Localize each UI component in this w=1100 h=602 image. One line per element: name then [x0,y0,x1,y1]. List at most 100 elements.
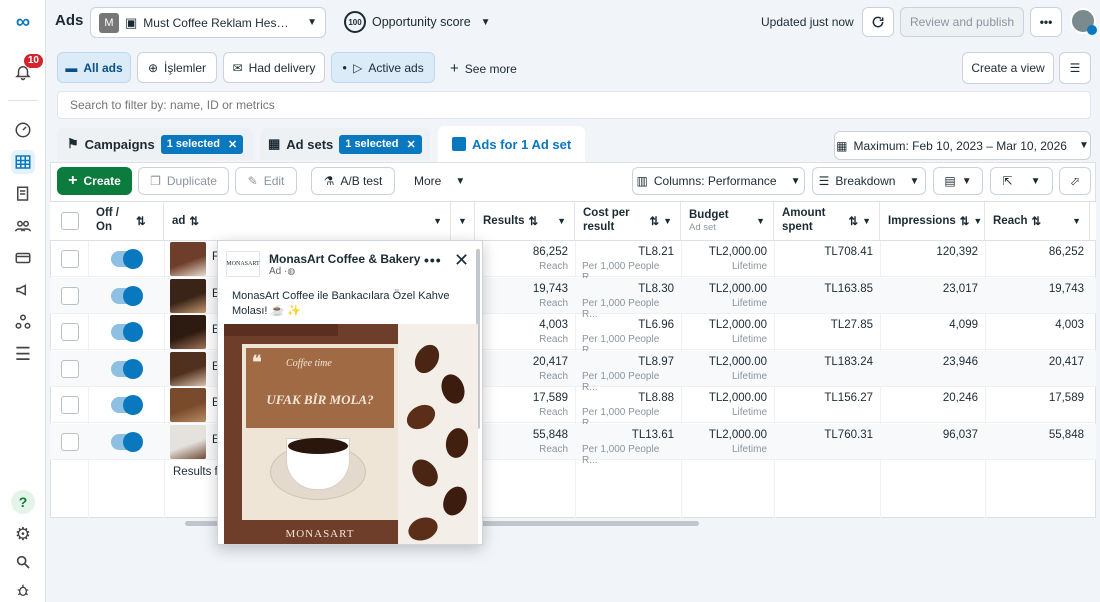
amount-spent-cell: TL760.31 [824,428,873,441]
adsets-grid-icon: ▦ [268,136,281,151]
breakdown-dropdown[interactable]: ☰ Breakdown ▼ [812,167,926,195]
chevron-down-icon: ▼ [862,216,871,226]
updated-status: Updated just now [761,15,854,29]
export-dropdown[interactable]: ⇱ ▼ [990,167,1053,195]
close-icon[interactable]: ✕ [454,250,469,271]
notifications-bell-icon[interactable]: 10 [11,54,43,84]
ab-test-button[interactable]: ⚗ A/B test [311,167,395,195]
charts-button[interactable]: ⬀ [1059,167,1091,195]
ad-thumbnail[interactable] [170,388,206,422]
row-checkbox[interactable] [61,396,79,414]
dashboard-gauge-icon[interactable] [11,118,35,142]
sort-icon: ⇅ [848,216,859,228]
chevron-down-icon: ▼ [973,216,983,226]
quote-mark-icon: ❝ [252,352,262,372]
tab-campaigns[interactable]: ⚑ Campaigns 1 selected ✕ [57,128,254,160]
sliders-icon: ☰ [1069,61,1081,75]
ad-thumbnail[interactable] [170,351,206,386]
account-selector[interactable]: M ▣ Must Coffee Reklam Hes… ▼ [90,7,326,38]
see-more-button[interactable]: + See more [450,60,517,77]
column-header-results[interactable]: Results ⇅ ▼ [475,202,575,240]
avatar[interactable] [1070,8,1097,35]
menu-icon[interactable]: ☰ [11,342,35,366]
column-resize-handle[interactable]: ▼ [451,202,475,240]
duplicate-button[interactable]: ❐ Duplicate [138,167,229,195]
edit-button[interactable]: ✎ Edit [235,167,297,195]
search-input[interactable] [58,92,1090,118]
tab-adsets[interactable]: ▦ Ad sets 1 selected ✕ [260,128,430,160]
delivery-toggle[interactable] [111,395,143,415]
row-checkbox[interactable] [61,432,79,451]
export-icon: ⇱ [1002,174,1013,188]
column-header-budget[interactable]: Budget Ad set ▼ [681,202,774,240]
results-cell: 55,848 Reach [532,428,568,455]
post-menu-icon[interactable]: ••• [424,252,442,268]
adsets-selected-pill[interactable]: 1 selected ✕ [339,134,422,154]
more-options-button[interactable]: ••• [1030,7,1062,37]
more-actions-dropdown[interactable]: More ▼ [414,174,465,188]
meta-logo-icon[interactable]: ∞ [11,10,35,34]
row-checkbox[interactable] [61,359,79,378]
sort-icon: ⇅ [189,216,200,228]
row-checkbox[interactable] [61,323,79,341]
chevron-down-icon: ▼ [433,216,442,226]
audiences-icon[interactable] [11,214,35,238]
budget-cell: TL2,000.00 Lifetime [708,282,767,309]
delivery-toggle[interactable] [111,249,143,269]
budget-cell: TL2,000.00 Lifetime [708,319,767,345]
chevron-down-icon: ▼ [557,216,566,226]
ad-thumbnail[interactable] [170,424,206,459]
refresh-icon [872,16,884,28]
ad-thumbnail[interactable] [170,242,206,276]
ad-thumbnail[interactable] [170,315,206,349]
filter-active-ads[interactable]: ● ▷ Active ads [331,52,435,83]
select-all-checkbox[interactable] [61,212,79,230]
chevron-down-icon: ▼ [790,175,801,187]
opportunity-score[interactable]: 100 Opportunity score ▼ [344,11,491,33]
creative-brand: MONASART [285,528,355,540]
column-header-ad[interactable]: ad ⇅ ▼ [164,202,451,240]
ads-manager-table-icon[interactable] [11,150,35,174]
pages-icon[interactable] [11,182,35,206]
refresh-button[interactable] [862,7,894,37]
column-header-offon[interactable]: Off / On ⇅ [88,202,164,240]
create-view-button[interactable]: Create a view [962,52,1054,84]
delivery-toggle[interactable] [111,322,143,342]
search-icon[interactable] [11,550,35,574]
column-header-impressions[interactable]: Impressions ⇅ ▼ [880,202,985,240]
delivery-toggle[interactable] [111,431,143,452]
view-settings-button[interactable]: ☰ [1059,52,1091,84]
reach-cell: 19,743 [1048,282,1084,295]
delivery-toggle[interactable] [111,285,143,306]
billing-card-icon[interactable] [11,246,35,270]
filter-islemler[interactable]: ⊕ İşlemler [137,52,217,83]
page-logo: MONASART [226,251,260,277]
filter-all-ads[interactable]: ▬ All ads [57,52,131,83]
page-name[interactable]: MonasArt Coffee & Bakery [269,252,420,266]
help-icon[interactable]: ? [11,490,35,514]
column-header-amount-spent[interactable]: Amount spent ⇅ ▼ [774,202,880,240]
delivery-toggle[interactable] [111,358,143,379]
reports-dropdown[interactable]: ▤ ▼ [933,167,983,195]
campaigns-selected-pill[interactable]: 1 selected ✕ [160,134,244,154]
review-publish-button[interactable]: Review and publish [900,7,1024,37]
tab-ads[interactable]: Ads for 1 Ad set [438,126,586,162]
filter-had-delivery[interactable]: ✉ Had delivery [223,52,325,83]
row-checkbox[interactable] [61,250,79,268]
search-filter-bar[interactable] [57,91,1091,119]
bug-report-icon[interactable] [11,578,35,602]
column-header-reach[interactable]: Reach ⇅ ▼ [985,202,1090,240]
business-tools-icon[interactable] [11,310,35,334]
ad-thumbnail[interactable] [170,278,206,313]
megaphone-icon[interactable] [11,278,35,302]
columns-icon: ▥ [636,174,648,188]
column-header-cost[interactable]: Cost per result ⇅ ▼ [575,202,681,240]
row-checkbox[interactable] [61,286,79,305]
create-button[interactable]: + Create [57,167,132,195]
chevron-down-icon: ▼ [909,175,920,187]
sort-icon: ⇅ [1031,216,1042,228]
date-range-picker[interactable]: ▦ Maximum: Feb 10, 2023 – Mar 10, 2026 ▼ [834,131,1091,160]
ad-creative-image[interactable]: ❝ Coffee time UFAK BİR MOLA? MONASART [224,324,478,544]
columns-dropdown[interactable]: ▥ Columns: Performance ▼ [632,167,805,195]
settings-gear-icon[interactable]: ⚙ [11,522,35,546]
